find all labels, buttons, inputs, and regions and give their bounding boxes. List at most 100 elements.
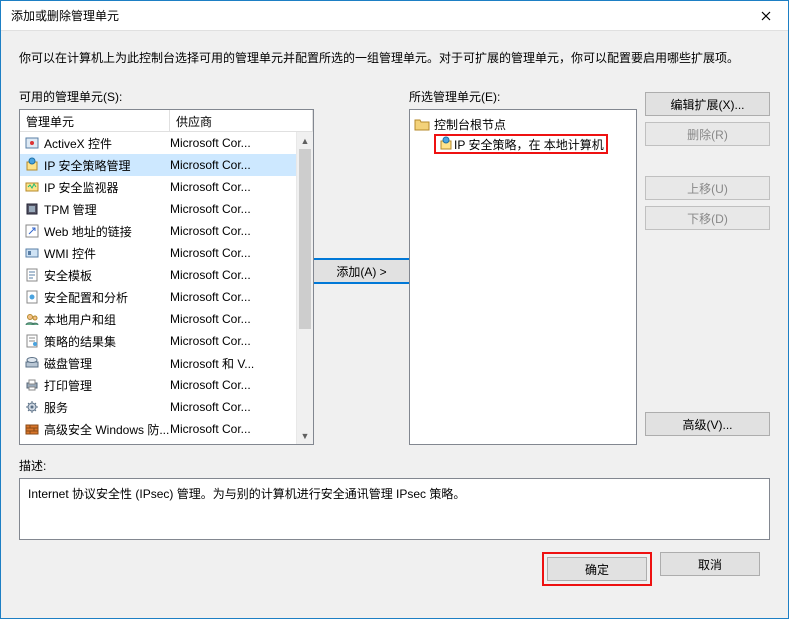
scroll-thumb[interactable] <box>299 149 311 329</box>
snapin-vendor: Microsoft Cor... <box>170 378 296 392</box>
snapin-name: 安全配置和分析 <box>44 289 128 306</box>
ok-button[interactable]: 确定 <box>547 557 647 581</box>
firewall-icon <box>24 421 40 437</box>
scrollbar[interactable]: ▲ ▼ <box>296 132 313 444</box>
folder-icon <box>414 116 430 132</box>
snapin-row[interactable]: IP 安全监视器 Microsoft Cor... <box>20 176 296 198</box>
scroll-track[interactable] <box>297 149 313 427</box>
wmi-icon <box>24 245 40 261</box>
main-columns: 可用的管理单元(S): 管理单元 供应商 ActiveX 控件 Microsoft… <box>19 88 770 445</box>
snapin-vendor: Microsoft Cor... <box>170 334 296 348</box>
tree-root-row[interactable]: 控制台根节点 <box>414 114 632 134</box>
rsop-icon <box>24 333 40 349</box>
ipsec-policy-icon <box>24 157 40 173</box>
remove-button[interactable]: 删除(R) <box>645 122 770 146</box>
snapin-name: 共享文件夹 <box>44 443 104 445</box>
tree-child-row[interactable]: IP 安全策略，在 本地计算机 <box>414 134 632 154</box>
snapin-row[interactable]: Web 地址的链接 Microsoft Cor... <box>20 220 296 242</box>
snapin-name: 高级安全 Windows 防... <box>44 421 169 438</box>
config-icon <box>24 289 40 305</box>
advanced-button[interactable]: 高级(V)... <box>645 412 770 436</box>
selected-label: 所选管理单元(E): <box>409 88 637 105</box>
middle-column: 添加(A) > <box>324 88 399 284</box>
snapin-name: WMI 控件 <box>44 245 96 262</box>
move-down-button[interactable]: 下移(D) <box>645 206 770 230</box>
tree-root-label: 控制台根节点 <box>434 116 506 133</box>
snapin-row[interactable]: 安全配置和分析 Microsoft Cor... <box>20 286 296 308</box>
tree-child-label: IP 安全策略，在 本地计算机 <box>454 136 604 153</box>
snapin-name: IP 安全监视器 <box>44 179 118 196</box>
snapin-row[interactable]: 安全模板 Microsoft Cor... <box>20 264 296 286</box>
dialog-window: 添加或删除管理单元 你可以在计算机上为此控制台选择可用的管理单元并配置所选的一组… <box>0 0 789 619</box>
snapin-vendor: Microsoft Cor... <box>170 422 296 436</box>
snapin-name: 安全模板 <box>44 267 92 284</box>
snapin-vendor: Microsoft Cor... <box>170 400 296 414</box>
snapin-name: 服务 <box>44 399 68 416</box>
listview-header: 管理单元 供应商 <box>20 110 313 132</box>
snapin-row[interactable]: ActiveX 控件 Microsoft Cor... <box>20 132 296 154</box>
snapin-name: 打印管理 <box>44 377 92 394</box>
scroll-down-button[interactable]: ▼ <box>297 427 313 444</box>
footer-buttons: 确定 取消 <box>19 540 770 586</box>
window-title: 添加或删除管理单元 <box>11 7 119 24</box>
listview-body: ActiveX 控件 Microsoft Cor... IP 安全策略管理 Micro… <box>20 132 313 444</box>
selected-column: 所选管理单元(E): 控制台根节点 <box>409 88 637 445</box>
description-area: 描述: Internet 协议安全性 (IPsec) 管理。为与别的计算机进行安… <box>19 457 770 540</box>
close-button[interactable] <box>743 1 788 31</box>
snapin-row[interactable]: 高级安全 Windows 防...Microsoft Cor... <box>20 418 296 440</box>
snapin-vendor: Microsoft Cor... <box>170 246 296 260</box>
snapin-vendor: Microsoft Cor... <box>170 290 296 304</box>
share-icon <box>24 443 40 444</box>
link-icon <box>24 223 40 239</box>
disk-icon <box>24 355 40 371</box>
snapin-row[interactable]: 本地用户和组 Microsoft Cor... <box>20 308 296 330</box>
template-icon <box>24 267 40 283</box>
snapin-vendor: Microsoft Cor... <box>170 268 296 282</box>
ok-highlight: 确定 <box>542 552 652 586</box>
snapin-row[interactable]: TPM 管理Microsoft Cor... <box>20 198 296 220</box>
snapin-vendor: Microsoft Cor... <box>170 158 296 172</box>
snapin-row[interactable]: 服务 Microsoft Cor... <box>20 396 296 418</box>
right-wrap: 所选管理单元(E): 控制台根节点 <box>409 88 770 445</box>
snapin-vendor: Microsoft Cor... <box>170 312 296 326</box>
move-up-button[interactable]: 上移(U) <box>645 176 770 200</box>
snapin-vendor: Microsoft 和 V... <box>170 355 296 372</box>
snapin-name: 磁盘管理 <box>44 355 92 372</box>
scroll-up-button[interactable]: ▲ <box>297 132 313 149</box>
ipsec-monitor-icon <box>24 179 40 195</box>
print-icon <box>24 377 40 393</box>
edit-extensions-button[interactable]: 编辑扩展(X)... <box>645 92 770 116</box>
description-text: Internet 协议安全性 (IPsec) 管理。为与别的计算机进行安全通讯管… <box>28 487 465 501</box>
activex-icon <box>24 135 40 151</box>
snapin-vendor: Microsoft Cor... <box>170 224 296 238</box>
snapin-name: IP 安全策略管理 <box>44 157 130 174</box>
side-buttons: 编辑扩展(X)... 删除(R) 上移(U) 下移(D) 高级(V)... <box>645 88 770 445</box>
snapin-name: 本地用户和组 <box>44 311 116 328</box>
snapin-row[interactable]: 打印管理 Microsoft Cor... <box>20 374 296 396</box>
available-listview[interactable]: 管理单元 供应商 ActiveX 控件Microsoft Cor...IP 安全… <box>19 109 314 445</box>
snapin-row[interactable]: 共享文件夹Microsoft Cor... <box>20 440 296 444</box>
snapin-vendor: Microsoft Cor... <box>170 136 296 150</box>
service-icon <box>24 399 40 415</box>
description-box: Internet 协议安全性 (IPsec) 管理。为与别的计算机进行安全通讯管… <box>19 478 770 540</box>
snapin-name: Web 地址的链接 <box>44 223 132 240</box>
snapin-name: 策略的结果集 <box>44 333 116 350</box>
titlebar: 添加或删除管理单元 <box>1 1 788 31</box>
snapin-vendor: Microsoft Cor... <box>170 180 296 194</box>
snapin-name: ActiveX 控件 <box>44 135 112 152</box>
intro-text: 你可以在计算机上为此控制台选择可用的管理单元并配置所选的一组管理单元。对于可扩展… <box>19 49 770 66</box>
header-vendor[interactable]: 供应商 <box>170 110 313 131</box>
snapin-row[interactable]: 磁盘管理 Microsoft 和 V... <box>20 352 296 374</box>
cancel-button[interactable]: 取消 <box>660 552 760 576</box>
available-label: 可用的管理单元(S): <box>19 88 314 105</box>
header-snapin[interactable]: 管理单元 <box>20 110 170 131</box>
available-column: 可用的管理单元(S): 管理单元 供应商 ActiveX 控件 Microsoft… <box>19 88 314 445</box>
snapin-row[interactable]: WMI 控件 Microsoft Cor... <box>20 242 296 264</box>
snapin-row[interactable]: IP 安全策略管理 Microsoft Cor... <box>20 154 296 176</box>
add-button[interactable]: 添加(A) > <box>312 258 412 284</box>
ipsec-policy-icon <box>438 136 454 152</box>
users-icon <box>24 311 40 327</box>
selected-treeview[interactable]: 控制台根节点 IP 安全策略，在 本地计算机 <box>409 109 637 445</box>
snapin-row[interactable]: 策略的结果集 Microsoft Cor... <box>20 330 296 352</box>
close-icon <box>761 11 771 21</box>
